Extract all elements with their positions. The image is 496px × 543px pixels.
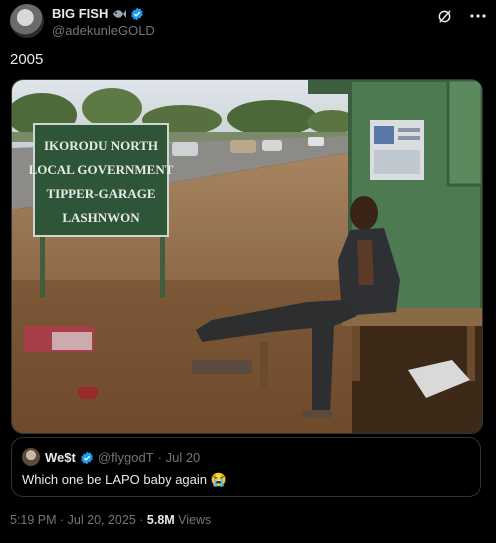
sign-line: LASHNWON [62,210,140,225]
views-label: Views [174,513,212,527]
crying-emoji-icon: 😭 [210,472,227,487]
tweet-timestamp[interactable]: 5:19 PM · Jul 20, 2025 · [10,513,147,527]
tweet-meta: 5:19 PM · Jul 20, 2025 · 5.8M Views [10,513,211,527]
sign-line: TIPPER-GARAGE [46,186,155,201]
more-icon[interactable] [470,8,486,24]
tweet-text: 2005 [10,51,44,68]
avatar[interactable] [10,4,44,38]
view-count: 5.8M [146,513,175,527]
fish-emoji-icon [112,8,127,20]
quote-author-name[interactable]: We$t [45,450,76,465]
grok-icon[interactable] [436,8,452,24]
author-handle[interactable]: @adekunleGOLD [52,23,155,38]
quoted-tweet[interactable]: We$t @flygodT · Jul 20 Which one be LAPO… [11,437,481,497]
sign-line: IKORODU NORTH [44,138,158,153]
author-name-row[interactable]: BIG FISH [52,6,144,21]
quote-text-body: Which one be LAPO baby again [22,472,208,487]
tweet-photo[interactable]: IKORODU NORTH LOCAL GOVERNMENT TIPPER-GA… [11,79,483,434]
quote-text: Which one be LAPO baby again 😭 [22,472,227,488]
verified-badge-icon [80,451,94,465]
tweet-header: BIG FISH @adekunleGOLD [10,4,486,44]
quote-avatar[interactable] [22,448,40,466]
quote-author-row[interactable]: We$t @flygodT · Jul 20 [45,450,200,465]
sign-line: LOCAL GOVERNMENT [29,162,174,177]
author-name[interactable]: BIG FISH [52,6,108,21]
verified-badge-icon [130,7,144,21]
quote-date[interactable]: · Jul 20 [158,450,201,465]
photo-scene: IKORODU NORTH LOCAL GOVERNMENT TIPPER-GA… [12,80,482,433]
quote-author-handle[interactable]: @flygodT [98,450,154,465]
